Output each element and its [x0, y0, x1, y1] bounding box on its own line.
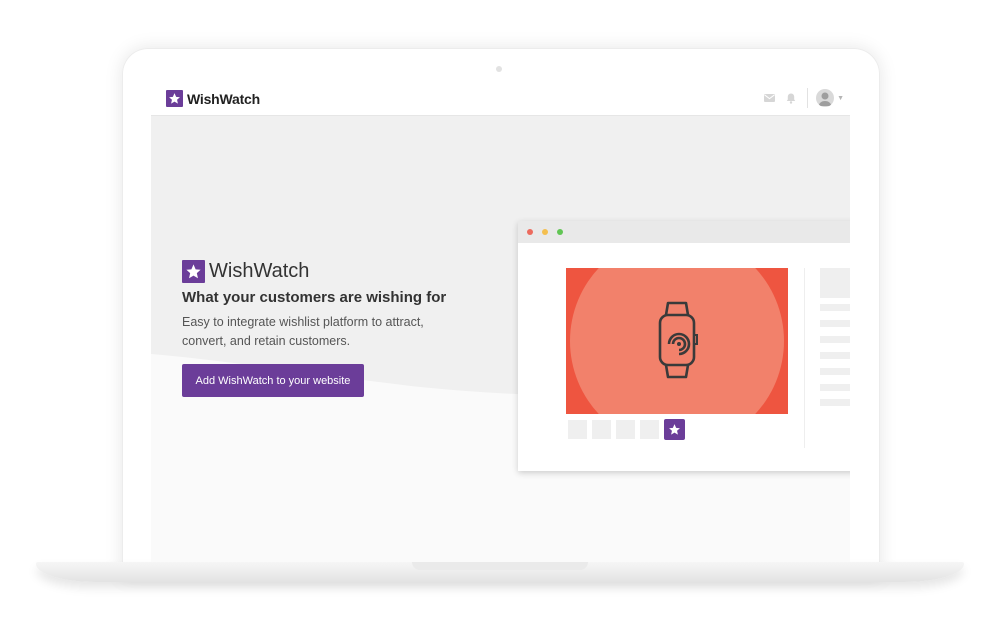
product-thumbnails [568, 419, 685, 440]
hero-description: Easy to integrate wishlist platform to a… [182, 315, 424, 348]
hero-brand: WishWatch [182, 260, 309, 283]
header-divider [807, 88, 809, 108]
placeholder-line [820, 384, 850, 391]
minimize-dot-icon [542, 229, 548, 235]
brand-name: WishWatch [187, 90, 260, 107]
thumbnail[interactable] [616, 420, 635, 439]
mail-icon[interactable] [763, 92, 775, 104]
hero-tagline: What your customers are wishing for [182, 289, 447, 306]
placeholder-block [820, 268, 850, 298]
close-dot-icon [527, 229, 533, 235]
product-image [566, 268, 788, 414]
placeholder-line [820, 368, 850, 375]
mock-browser-window [518, 221, 850, 471]
thumbnail[interactable] [568, 420, 587, 439]
top-navbar: WishWatch ▼ [151, 82, 850, 116]
header-icons: ▼ [763, 88, 844, 108]
laptop-hinge [412, 562, 588, 570]
thumbnail[interactable] [592, 420, 611, 439]
hero-section: WishWatch What your customers are wishin… [151, 116, 850, 562]
brand-logo[interactable]: WishWatch [166, 90, 260, 107]
user-avatar-icon[interactable] [816, 89, 835, 107]
camera-dot [496, 66, 502, 72]
bell-icon[interactable] [785, 92, 797, 104]
chevron-down-icon[interactable]: ▼ [837, 95, 844, 102]
placeholder-line [820, 336, 850, 343]
placeholder-line [820, 320, 850, 327]
add-wishwatch-button[interactable]: Add WishWatch to your website [182, 364, 364, 397]
thumbnail[interactable] [640, 420, 659, 439]
star-icon [166, 90, 183, 107]
maximize-dot-icon [557, 229, 563, 235]
wishlist-star-icon[interactable] [664, 419, 685, 440]
mock-divider [804, 268, 805, 448]
placeholder-line [820, 399, 850, 406]
smartwatch-icon [658, 301, 698, 379]
mock-browser-titlebar [518, 221, 850, 243]
placeholder-line [820, 352, 850, 359]
star-icon [182, 260, 205, 283]
hero-brand-name: WishWatch [209, 260, 310, 282]
screen: WishWatch ▼ WishWatch What your customer… [151, 82, 850, 562]
placeholder-line [820, 304, 850, 311]
